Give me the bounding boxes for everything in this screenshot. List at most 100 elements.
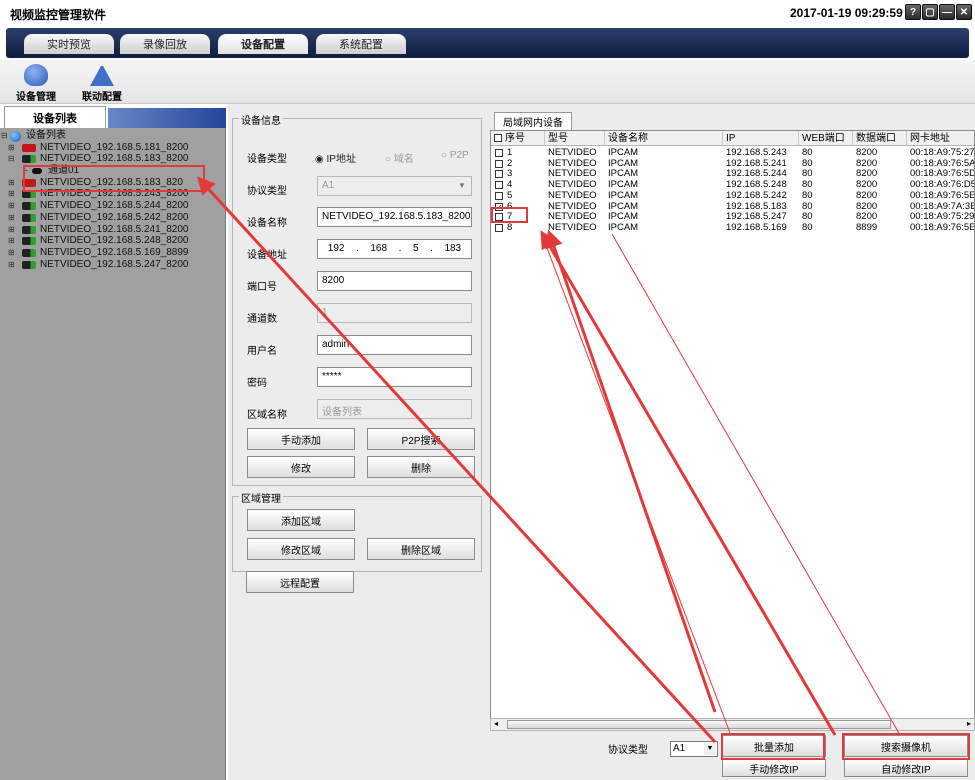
expand-icon[interactable]: ⊞ (8, 235, 15, 247)
device-manage-button[interactable]: 设备管理 (6, 62, 66, 103)
radio-ip-address[interactable]: ◉ IP地址 (315, 150, 356, 165)
expand-icon[interactable]: ⊞ (8, 188, 15, 200)
ip-octet-3: 5 (412, 243, 419, 254)
column-index-label: 序号 (505, 133, 525, 144)
table-row[interactable]: 3 NETVIDEO IPCAM 192.168.5.244 80 8200 00:18:A… (491, 169, 974, 180)
column-data-port[interactable]: 数据端口 (853, 131, 907, 146)
tab-device-list[interactable]: 设备列表 (4, 106, 106, 128)
tree-device[interactable]: ⊞ NETVIDEO_192.168.5.248_8200 (0, 235, 226, 247)
horizontal-scrollbar[interactable]: ◂ ▸ (490, 718, 975, 731)
expand-icon[interactable]: ⊞ (8, 177, 15, 189)
highlight-box-tree-device (23, 165, 205, 192)
column-ip[interactable]: IP (723, 131, 799, 146)
delete-area-button[interactable]: 删除区域 (367, 538, 475, 560)
cell-data-port: 8200 (856, 180, 878, 191)
tree-device[interactable]: ⊞ NETVIDEO_192.168.5.247_8200 (0, 259, 226, 271)
tab-system-config[interactable]: 系统配置 (316, 34, 406, 54)
row-checkbox[interactable] (495, 149, 503, 157)
column-web-port[interactable]: WEB端口 (799, 131, 853, 146)
tab-live-preview[interactable]: 实时预览 (24, 34, 114, 54)
help-icon[interactable]: ? (905, 4, 921, 20)
tree-device[interactable]: ⊞ NETVIDEO_192.168.5.181_8200 (0, 142, 226, 154)
area-name-input[interactable]: 设备列表 (317, 399, 472, 419)
port-input[interactable]: 8200 (317, 271, 472, 291)
column-index[interactable]: 序号 (491, 131, 545, 146)
cell-model: NETVIDEO (548, 201, 597, 212)
radio-ip-label: IP地址 (326, 154, 356, 165)
protocol-select[interactable]: A1 ▼ (317, 176, 472, 196)
tab-lan-devices[interactable]: 局域网内设备 (494, 112, 572, 130)
close-icon[interactable]: ✕ (956, 4, 972, 20)
radio-p2p[interactable]: ○ P2P (441, 150, 469, 161)
radio-domain[interactable]: ○ 域名 (385, 150, 414, 165)
expand-icon[interactable]: ⊞ (8, 247, 15, 259)
tree-device[interactable]: ⊞ NETVIDEO_192.168.5.242_8200 (0, 212, 226, 224)
column-mac[interactable]: 网卡地址 (907, 131, 974, 146)
table-row[interactable]: 7 NETVIDEO IPCAM 192.168.5.247 80 8200 00:18:A… (491, 212, 975, 223)
row-checkbox[interactable] (495, 159, 503, 168)
device-name-input[interactable]: NETVIDEO_192.168.5.183_8200 (317, 207, 472, 227)
cell-web-port: 80 (802, 222, 813, 233)
ip-address-input[interactable]: 192. 168. 5. 183 (317, 239, 472, 259)
delete-button[interactable]: 删除 (367, 456, 475, 478)
row-checkbox[interactable] (495, 181, 503, 190)
cell-index: 5 (507, 190, 513, 201)
table-row[interactable]: 1 NETVIDEO IPCAM 192.168.5.243 80 8200 00:18:A… (491, 148, 974, 159)
tab-playback[interactable]: 录像回放 (120, 34, 210, 54)
collapse-icon[interactable]: ⊟ (8, 153, 15, 165)
p2p-search-button[interactable]: P2P搜索 (367, 428, 475, 450)
lan-protocol-select[interactable]: A1 ▼ (670, 741, 718, 757)
minimize-icon[interactable]: — (939, 4, 955, 20)
table-row[interactable]: 2 NETVIDEO IPCAM 192.168.5.241 80 8200 00:18:A… (491, 158, 974, 170)
row-checkbox[interactable] (495, 223, 503, 232)
area-management-group: 区域管理 添加区域 修改区域 删除区域 (232, 490, 482, 572)
cell-index: 4 (507, 180, 513, 191)
table-row[interactable]: ✓ 6 NETVIDEO IPCAM 192.168.5.183 80 8200 00:18:… (491, 201, 974, 213)
manual-add-button[interactable]: 手动添加 (247, 428, 355, 450)
tab-device-config[interactable]: 设备配置 (218, 34, 308, 54)
expand-icon[interactable]: ⊞ (8, 259, 15, 271)
expand-icon[interactable]: ⊞ (8, 224, 15, 236)
remote-config-button[interactable]: 远程配置 (246, 571, 354, 593)
modify-area-button[interactable]: 修改区域 (247, 538, 355, 560)
tree-device-label: NETVIDEO_192.168.5.241_8200 (40, 223, 189, 235)
restore-icon[interactable]: ▢ (922, 4, 938, 20)
scrollbar-thumb[interactable] (507, 720, 891, 729)
tree-device[interactable]: ⊞ NETVIDEO_192.168.5.244_8200 (0, 200, 226, 212)
manual-modify-ip-button[interactable]: 手动修改IP (722, 759, 826, 777)
tree-device-label: NETVIDEO_192.168.5.169_8899 (40, 246, 189, 258)
linkage-config-button[interactable]: 联动配置 (72, 62, 132, 103)
table-row[interactable]: 4 NETVIDEO IPCAM 192.168.5.248 80 8200 00:18:A… (491, 180, 974, 191)
row-checkbox[interactable] (495, 170, 503, 179)
cell-data-port: 8200 (856, 212, 878, 223)
column-device-name[interactable]: 设备名称 (605, 131, 723, 146)
expand-icon[interactable]: ⊞ (8, 200, 15, 212)
select-all-checkbox[interactable] (494, 134, 502, 142)
modify-button[interactable]: 修改 (247, 456, 355, 478)
scroll-right-icon[interactable]: ▸ (967, 719, 971, 728)
column-model[interactable]: 型号 (545, 131, 605, 146)
cell-data-port: 8200 (856, 158, 878, 169)
add-area-button[interactable]: 添加区域 (247, 509, 355, 531)
tree-device[interactable]: ⊞ NETVIDEO_192.168.5.169_8899 (0, 247, 226, 259)
channel-count-input[interactable]: 1 (317, 303, 472, 323)
linkage-config-label: 联动配置 (82, 92, 122, 103)
row-checkbox[interactable] (495, 191, 503, 200)
cell-model: NETVIDEO (548, 180, 597, 191)
tree-device[interactable]: ⊞ NETVIDEO_192.168.5.241_8200 (0, 224, 226, 236)
tree-root[interactable]: ⊟ 设备列表 (0, 130, 226, 142)
scroll-left-icon[interactable]: ◂ (494, 719, 498, 728)
table-row[interactable]: 5 NETVIDEO IPCAM 192.168.5.242 80 8200 00:18:A… (491, 190, 974, 202)
username-input[interactable]: admin (317, 335, 472, 355)
tree-device[interactable]: ⊟ NETVIDEO_192.168.5.183_8200 (0, 153, 226, 165)
cell-device-name: IPCAM (608, 169, 639, 180)
expand-icon[interactable]: ⊞ (8, 212, 15, 224)
cell-mac: 00:18:A9:75:29 (910, 212, 975, 223)
highlight-box-checkbox (491, 207, 528, 223)
cell-data-port: 8200 (856, 169, 878, 180)
expand-icon[interactable]: ⊞ (8, 142, 15, 154)
password-input[interactable]: ***** (317, 367, 472, 387)
auto-modify-ip-button[interactable]: 自动修改IP (844, 759, 968, 777)
table-row[interactable]: 8 NETVIDEO IPCAM 192.168.5.169 80 8899 00:18:A… (491, 222, 974, 234)
collapse-icon[interactable]: ⊟ (1, 130, 8, 142)
